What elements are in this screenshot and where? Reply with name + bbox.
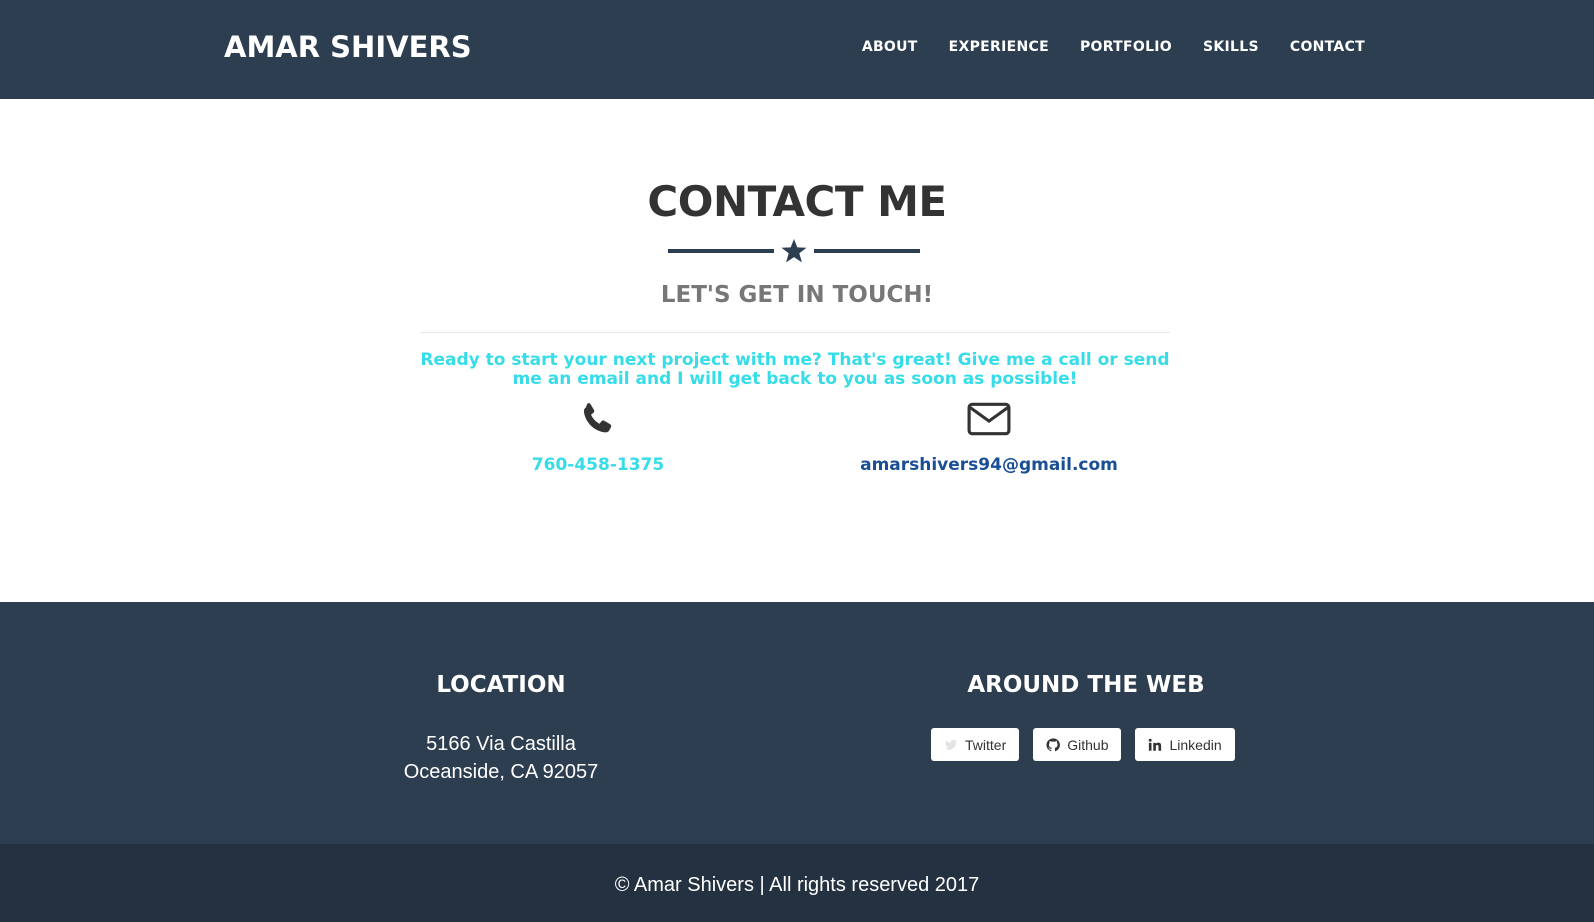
nav-link-portfolio[interactable]: PORTFOLIO bbox=[1080, 39, 1172, 55]
intro-text: Ready to start your next project with me… bbox=[420, 350, 1170, 389]
nav-menu: ABOUT EXPERIENCE PORTFOLIO SKILLS CONTAC… bbox=[831, 39, 1365, 55]
divider-line-right bbox=[814, 249, 920, 253]
nav-link-about[interactable]: ABOUT bbox=[862, 39, 918, 55]
linkedin-icon bbox=[1149, 738, 1162, 751]
linkedin-button[interactable]: Linkedin bbox=[1135, 728, 1235, 761]
copyright-bar: © Amar Shivers | All rights reserved 201… bbox=[0, 844, 1594, 922]
address-line-1: 5166 Via Castilla bbox=[426, 733, 576, 755]
nav-link-skills[interactable]: SKILLS bbox=[1203, 39, 1259, 55]
social-links: Twitter Github Linkedin bbox=[931, 728, 1249, 761]
star-icon bbox=[781, 239, 807, 263]
brand-logo[interactable]: AMAR SHIVERS bbox=[224, 30, 472, 64]
section-title: CONTACT ME bbox=[647, 177, 947, 226]
github-label: Github bbox=[1067, 736, 1109, 753]
horizontal-rule bbox=[420, 332, 1170, 333]
section-subtitle: LET'S GET IN TOUCH! bbox=[660, 282, 934, 308]
star-divider bbox=[668, 239, 920, 263]
twitter-button[interactable]: Twitter bbox=[931, 728, 1020, 761]
github-button[interactable]: Github bbox=[1033, 728, 1122, 761]
twitter-label: Twitter bbox=[965, 736, 1007, 753]
copyright-text: © Amar Shivers | All rights reserved 201… bbox=[614, 874, 980, 896]
contact-section: CONTACT ME LET'S GET IN TOUCH! Ready to … bbox=[0, 99, 1594, 602]
address: 5166 Via Castilla Oceanside, CA 92057 bbox=[351, 730, 651, 786]
address-line-2: Oceanside, CA 92057 bbox=[403, 761, 599, 783]
nav-link-experience[interactable]: EXPERIENCE bbox=[949, 39, 1049, 55]
email-link[interactable]: amarshivers94@gmail.com bbox=[839, 455, 1139, 475]
phone-link[interactable]: 760-458-1375 bbox=[498, 455, 698, 475]
footer: LOCATION 5166 Via Castilla Oceanside, CA… bbox=[0, 602, 1594, 844]
around-the-web-heading: AROUND THE WEB bbox=[967, 672, 1205, 698]
github-icon bbox=[1046, 737, 1061, 751]
linkedin-label: Linkedin bbox=[1169, 736, 1222, 753]
phone-contact: 760-458-1375 bbox=[498, 401, 698, 475]
divider-line-left bbox=[668, 249, 774, 253]
envelope-icon bbox=[967, 402, 1011, 436]
navbar: AMAR SHIVERS ABOUT EXPERIENCE PORTFOLIO … bbox=[0, 0, 1594, 99]
email-contact: amarshivers94@gmail.com bbox=[839, 401, 1139, 475]
twitter-icon bbox=[944, 739, 958, 750]
location-heading: LOCATION bbox=[436, 672, 566, 698]
phone-icon bbox=[583, 403, 612, 433]
nav-link-contact[interactable]: CONTACT bbox=[1290, 39, 1365, 55]
